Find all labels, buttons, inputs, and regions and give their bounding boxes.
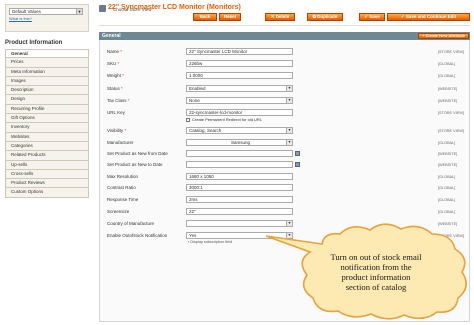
callout-text: Turn on out of stock email notification … <box>300 252 452 292</box>
product-edit-page: Choose Store View: Default Values ▼ What… <box>0 0 474 325</box>
callout-line: Turn on out of stock email <box>330 252 422 262</box>
callout-line: notification from the <box>340 262 412 272</box>
callout-line: section of catalog <box>345 282 407 292</box>
callout-line: product information <box>341 272 411 282</box>
